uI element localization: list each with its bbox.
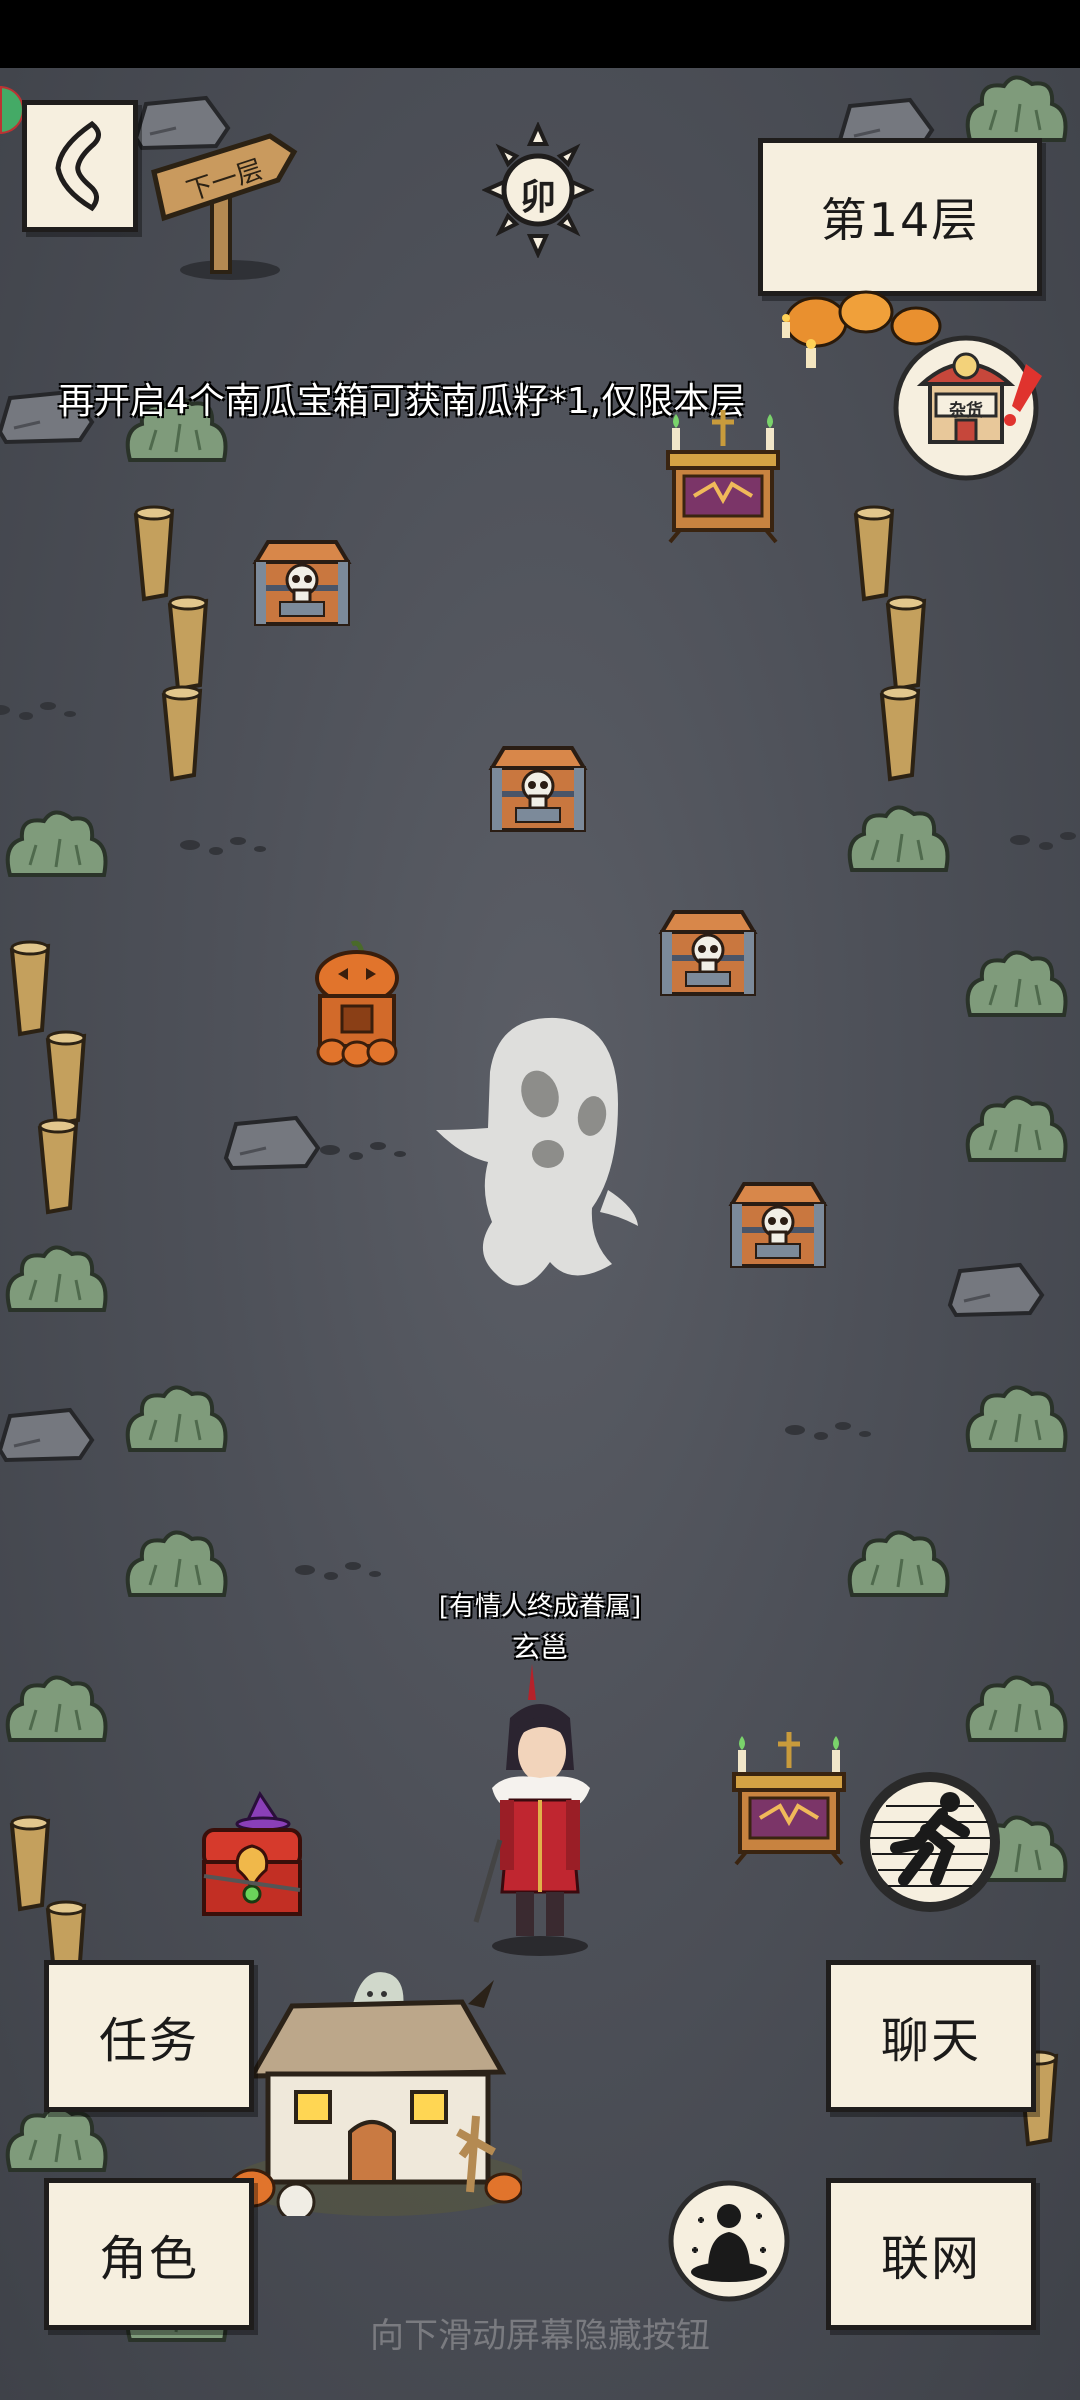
skull-chest[interactable] [250, 536, 354, 632]
role-button[interactable]: 角色 [44, 2178, 254, 2330]
time-glyph: 卯 [519, 177, 556, 218]
sprint-runner-icon [860, 1772, 1000, 1912]
haunted-house[interactable] [232, 1956, 522, 2216]
pumpkin-chest-notice: 再开启4个南瓜宝箱可获南瓜籽*1,仅限本层 [58, 381, 746, 422]
game-map[interactable]: 下一层 卯 第14层 杂货 再开启4个南瓜宝箱可获南瓜籽*1,仅限本层 [有情人… [0, 0, 1080, 2400]
player-character[interactable] [470, 1660, 610, 1960]
player-title: [有情人终成眷属] [438, 1592, 642, 1622]
chat-button[interactable]: 聊天 [826, 1960, 1036, 2112]
next-floor-sign[interactable]: 下一层 [150, 122, 300, 282]
witch-chest[interactable] [198, 1790, 310, 1930]
sprint-button[interactable] [856, 1768, 1004, 1916]
skull-chest[interactable] [656, 906, 760, 1002]
back-chevron-icon [55, 120, 101, 212]
skull-chest[interactable] [726, 1178, 830, 1274]
network-button[interactable]: 联网 [826, 2178, 1036, 2330]
shop-sign-text: 杂货 [949, 401, 983, 421]
time-of-day-sun: 卯 [482, 122, 594, 258]
task-button-label: 任务 [98, 2013, 199, 2069]
pumpkin-chest[interactable] [308, 940, 406, 1070]
task-button[interactable]: 任务 [44, 1960, 254, 2112]
altar-chest[interactable] [664, 406, 782, 546]
floor-label-text: 第14层 [820, 193, 980, 247]
network-button-label: 联网 [880, 2231, 981, 2287]
shop-stall-button[interactable]: 杂货 [892, 320, 1052, 495]
back-button[interactable] [22, 100, 138, 232]
meditate-button[interactable] [668, 2180, 790, 2302]
floor-label: 第14层 [758, 138, 1042, 296]
skull-chest[interactable] [486, 742, 590, 838]
meditate-icon [668, 2180, 790, 2302]
chat-button-label: 聊天 [880, 2013, 981, 2069]
ghost-enemy[interactable] [432, 1012, 642, 1308]
swipe-hint: 向下滑动屏幕隐藏按钮 [370, 2316, 710, 2356]
role-button-label: 角色 [98, 2231, 199, 2287]
altar-chest[interactable] [730, 1728, 848, 1868]
